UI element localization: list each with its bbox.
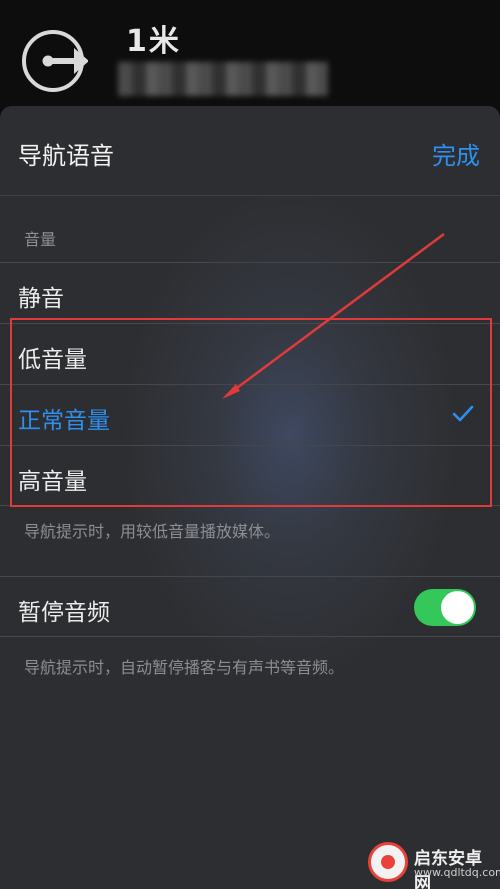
option-label: 静音 [18,286,64,312]
watermark-logo-icon [368,842,408,882]
watermark-url: www.qdltdq.com [414,866,500,879]
navigation-banner: 1米 [0,0,500,110]
sheet-header: 导航语音 完成 [0,106,500,196]
volume-note: 导航提示时，用较低音量播放媒体。 [24,522,281,541]
exit-right-arrow-icon [22,30,88,92]
street-name-redacted [118,62,328,96]
turn-distance: 1米 [126,24,181,59]
done-button[interactable]: 完成 [432,136,480,171]
pause-audio-label: 暂停音频 [18,600,110,626]
watermark: 启东安卓网 www.qdltdq.com [368,842,500,889]
pause-audio-row: 暂停音频 [0,576,500,637]
annotation-highlight-box [10,318,492,507]
screen: 1米 导航语音 完成 音量 静音 低音量 正常音量 高音量 导航提示时，用较低音… [0,0,500,889]
volume-option-mute[interactable]: 静音 [0,262,500,323]
volume-section-label: 音量 [24,230,57,249]
sheet-title: 导航语音 [18,142,114,170]
pause-audio-toggle[interactable] [414,589,476,626]
pause-audio-note: 导航提示时，自动暂停播客与有声书等音频。 [24,658,345,677]
toggle-knob [441,591,474,624]
